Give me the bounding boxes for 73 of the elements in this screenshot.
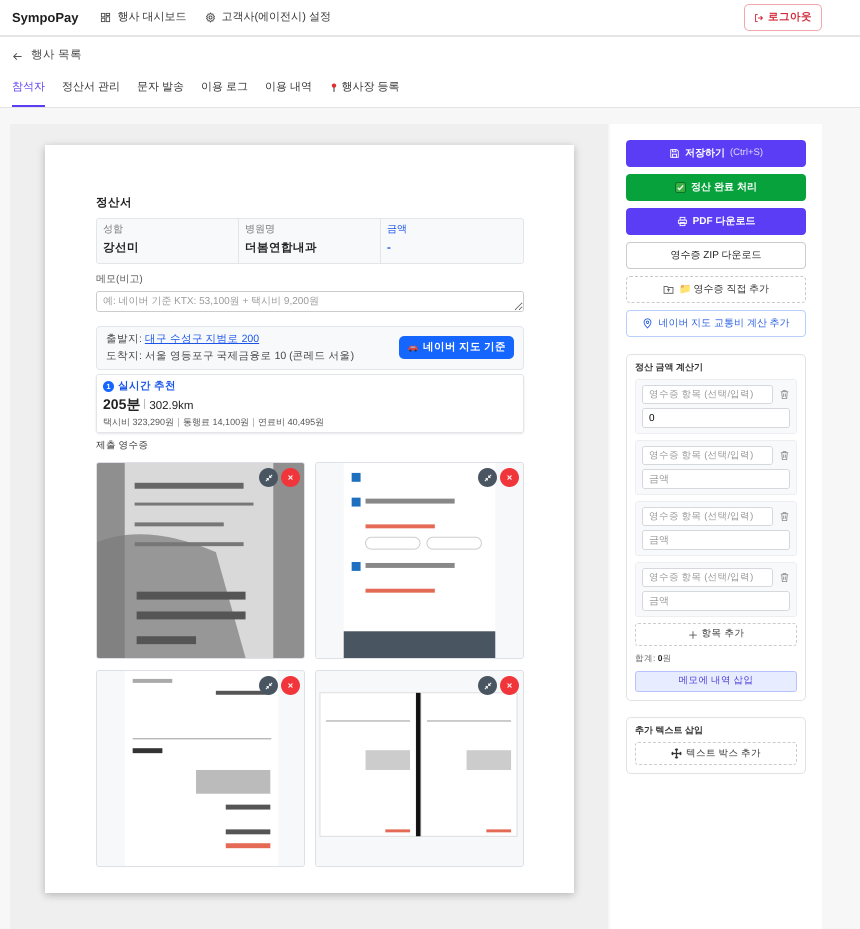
nav-link[interactable]: 행사 대시보드 <box>100 9 187 26</box>
naver-map-button[interactable]: 네이버 지도 기준 <box>399 336 514 360</box>
close-icon <box>286 681 295 690</box>
field-value: 더봄연합내과 <box>245 240 318 256</box>
field-label: 금액 <box>387 222 408 237</box>
back-arrow-icon <box>12 50 23 62</box>
add-text-box-button[interactable]: 텍스트 박스 추가 <box>635 742 797 766</box>
add-item-button[interactable]: 항목 추가 <box>635 623 797 646</box>
item-field[interactable]: 영수증 항목 (선택/입력) <box>642 507 773 526</box>
action-button[interactable]: 📁 영수증 직접 추가 <box>626 276 806 302</box>
section-label: 제출 영수증 <box>96 439 150 453</box>
tab[interactable]: 문자 발송 <box>137 79 184 106</box>
action-button[interactable]: 영수증 ZIP 다운로드 <box>626 242 806 268</box>
trash-icon <box>779 510 790 522</box>
close-icon <box>286 473 295 482</box>
amount-field[interactable]: 금액 <box>642 591 790 611</box>
move-icon <box>670 748 682 760</box>
folder-upload-icon <box>662 284 674 294</box>
tab[interactable]: 정산서 관리 <box>62 79 120 106</box>
duration-text: 205분 <box>103 395 140 414</box>
recommendation-title: 실시간 추천 <box>118 378 176 394</box>
dashboard-icon <box>100 12 112 23</box>
logout-button[interactable]: 로그아웃 <box>744 4 822 31</box>
memo-label: 메모(비고) <box>96 273 144 287</box>
origin-link[interactable]: 대구 수성구 지범로 200 <box>144 332 260 344</box>
brand-logo[interactable]: SympoPay <box>12 8 78 28</box>
field-value: - <box>387 240 392 256</box>
collapse-icon <box>264 472 274 483</box>
amount-field[interactable]: 금액 <box>642 469 790 489</box>
location-pin-icon <box>642 318 654 328</box>
collapse-icon <box>264 680 274 691</box>
memo-field[interactable]: 예: 네이버 기준 KTX: 53,100원 + 택시비 9,200원 <box>96 291 524 312</box>
tab[interactable]: 참석자 <box>12 79 45 106</box>
item-field[interactable]: 영수증 항목 (선택/입력) <box>642 385 773 404</box>
settings-icon <box>204 12 216 23</box>
trash-icon <box>779 572 790 583</box>
close-icon <box>505 681 514 690</box>
amount-field[interactable]: 0 <box>642 408 790 428</box>
field-value: 강선미 <box>103 240 140 256</box>
action-button[interactable]: 저장하기 (Ctrl+S) <box>626 140 806 166</box>
total-text: 합계: 0원 <box>635 652 672 665</box>
cost-text: 통행료 14,100원 <box>183 416 250 428</box>
nav-link[interactable]: 고객사(에이전시) 설정 <box>204 9 331 26</box>
printer-icon <box>676 216 688 226</box>
amount-field[interactable]: 금액 <box>642 530 790 550</box>
tab[interactable]: 이용 로그 <box>201 79 248 106</box>
item-field[interactable]: 영수증 항목 (선택/입력) <box>642 446 773 465</box>
action-button[interactable]: 네이버 지도 교통비 계산 추가 <box>626 310 806 336</box>
save-icon <box>669 148 680 158</box>
panel-title: 정산 금액 계산기 <box>635 360 704 374</box>
logout-icon <box>754 12 764 22</box>
field-label: 성함 <box>103 222 124 237</box>
trash-icon <box>779 388 790 400</box>
insert-memo-button[interactable]: 메모에 내역 삽입 <box>635 670 797 692</box>
tab[interactable]: 행사장 등록 <box>329 79 400 106</box>
plus-icon <box>688 630 698 640</box>
cost-text: 택시비 323,290원 <box>103 416 174 428</box>
document-title: 정산서 <box>96 196 133 210</box>
origin-text: 출발지: 대구 수성구 지범로 200 <box>106 332 260 346</box>
checkbox-icon <box>675 182 686 192</box>
distance-text: 302.9km <box>149 399 194 414</box>
panel-title: 추가 텍스트 삽입 <box>635 724 704 737</box>
field-label: 병원명 <box>245 222 276 237</box>
item-field[interactable]: 영수증 항목 (선택/입력) <box>642 568 773 587</box>
cost-text: 연료비 40,495원 <box>258 416 324 428</box>
back-link[interactable]: 행사 목록 <box>12 47 82 65</box>
close-icon <box>505 473 514 482</box>
collapse-icon <box>482 472 492 483</box>
trash-icon <box>779 450 790 461</box>
destination-text: 도착지: 서울 영등포구 국제금융로 10 (콘레드 서울) <box>106 348 354 364</box>
tab[interactable]: 이용 내역 <box>265 79 312 106</box>
action-button[interactable]: PDF 다운로드 <box>626 208 806 234</box>
collapse-icon <box>482 680 492 691</box>
